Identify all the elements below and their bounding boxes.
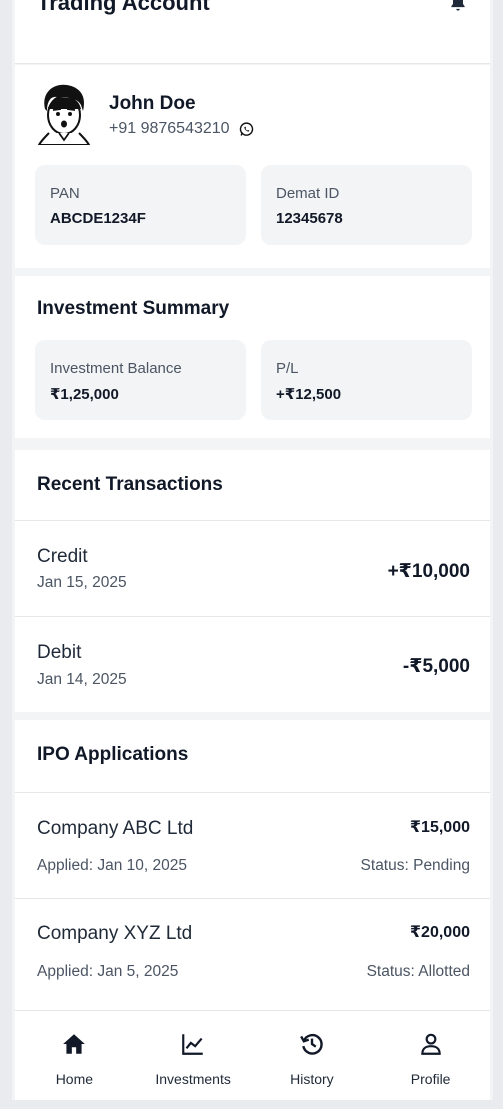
- ipo-amount: ₹20,000: [409, 924, 470, 941]
- whatsapp-icon[interactable]: [238, 121, 255, 138]
- home-icon: [63, 1034, 86, 1054]
- ipo-amount: ₹15,000: [409, 819, 470, 836]
- ipo-title: IPO Applications: [37, 744, 189, 765]
- ipo-card: IPO Applications Company ABC Ltd ₹15,000…: [15, 720, 490, 1012]
- pl-label: P/L: [276, 360, 299, 377]
- user-icon: [420, 1033, 441, 1055]
- ipo-status: Status: Pending: [360, 857, 470, 874]
- nav-history[interactable]: History: [257, 1011, 367, 1087]
- profile-card: John Doe +91 9876543210 PAN ABCDE1234F D…: [15, 65, 490, 268]
- phone-number: +91 9876543210: [109, 120, 230, 137]
- divider: [15, 520, 490, 521]
- balance-value: ₹1,25,000: [50, 386, 119, 403]
- user-name: John Doe: [109, 93, 196, 114]
- ipo-company: Company XYZ Ltd: [37, 923, 193, 944]
- nav-investments-label: Investments: [155, 1071, 231, 1087]
- transaction-type: Debit: [37, 642, 82, 663]
- divider: [15, 792, 490, 793]
- ipo-applied-date: Applied: Jan 10, 2025: [37, 857, 187, 874]
- demat-tile: Demat ID 12345678: [261, 165, 472, 245]
- nav-profile[interactable]: Profile: [376, 1011, 486, 1087]
- transaction-date: Jan 15, 2025: [37, 574, 127, 591]
- pan-tile: PAN ABCDE1234F: [35, 165, 246, 245]
- pan-value: ABCDE1234F: [50, 210, 146, 227]
- pan-label: PAN: [50, 185, 80, 202]
- chart-line-icon: [182, 1034, 203, 1055]
- transactions-card: Recent Transactions Credit Jan 15, 2025 …: [15, 450, 490, 712]
- investment-summary-card: Investment Summary Investment Balance ₹1…: [15, 276, 490, 438]
- demat-label: Demat ID: [276, 185, 340, 202]
- balance-tile: Investment Balance ₹1,25,000: [35, 340, 246, 420]
- history-icon: [299, 1033, 323, 1055]
- nav-investments[interactable]: Investments: [138, 1011, 248, 1087]
- nav-history-label: History: [290, 1071, 334, 1087]
- nav-profile-label: Profile: [410, 1071, 451, 1087]
- page-title: Trading Account: [37, 0, 210, 15]
- nav-home-label: Home: [55, 1071, 94, 1087]
- avatar: [37, 84, 91, 145]
- ipo-applied-date: Applied: Jan 5, 2025: [37, 963, 179, 980]
- app-header: Trading Account: [15, 0, 490, 64]
- divider: [15, 898, 490, 899]
- transactions-title: Recent Transactions: [37, 474, 223, 495]
- pl-tile: P/L +₹12,500: [261, 340, 472, 420]
- summary-title: Investment Summary: [37, 298, 230, 319]
- transaction-date: Jan 14, 2025: [37, 671, 127, 688]
- balance-label: Investment Balance: [50, 360, 182, 377]
- bell-icon[interactable]: [448, 0, 468, 13]
- demat-value: 12345678: [276, 210, 343, 227]
- transaction-amount: -₹5,000: [402, 656, 470, 677]
- ipo-company: Company ABC Ltd: [37, 818, 194, 839]
- bottom-nav: Home Investments History Profile: [15, 1010, 490, 1100]
- nav-home[interactable]: Home: [19, 1011, 129, 1087]
- pl-value: +₹12,500: [276, 386, 342, 403]
- transaction-type: Credit: [37, 546, 88, 567]
- phone-row: +91 9876543210: [109, 120, 255, 138]
- divider: [15, 616, 490, 617]
- app-frame: Trading Account John Doe +91 9876543210: [12, 0, 493, 1100]
- transaction-amount: +₹10,000: [387, 561, 470, 582]
- ipo-status: Status: Allotted: [366, 963, 470, 980]
